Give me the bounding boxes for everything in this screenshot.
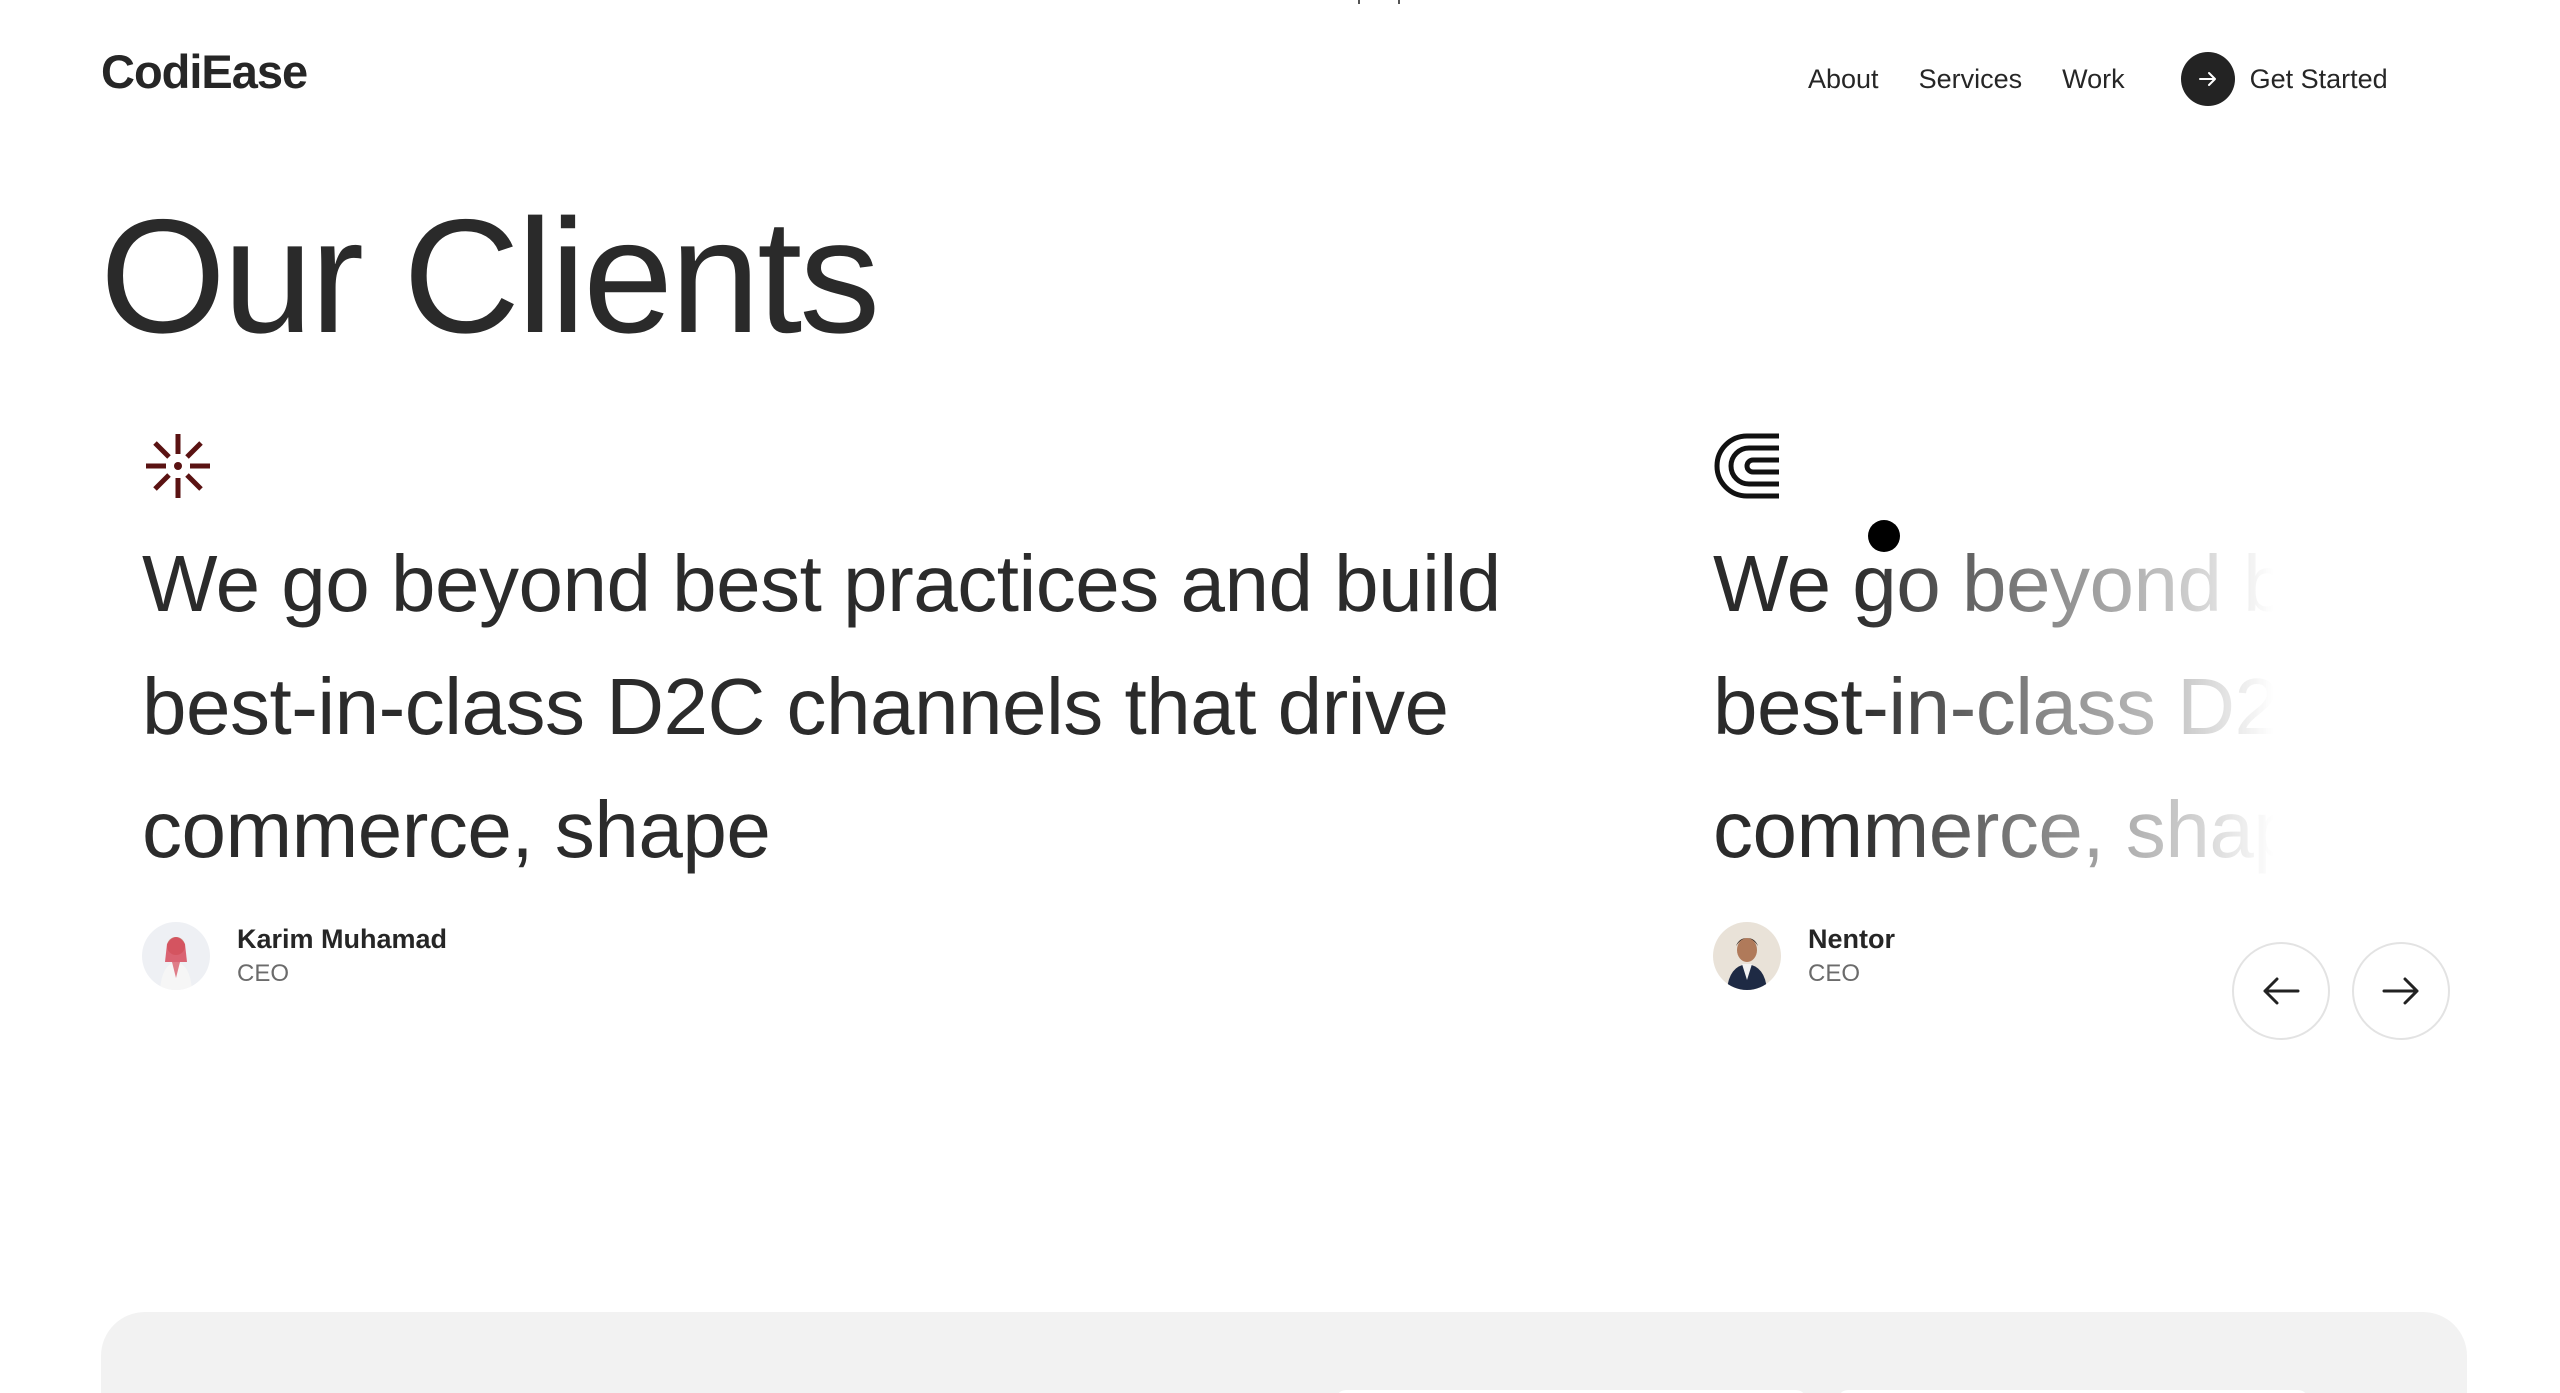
page-title: Our Clients (100, 186, 880, 367)
testimonial-author: Karim Muhamad CEO (142, 921, 1642, 991)
page: CodiEase About Services Work Get Started… (0, 0, 2560, 1393)
top-divider-marks (1358, 0, 1438, 4)
nav-about[interactable]: About (1808, 64, 1879, 95)
nav-services[interactable]: Services (1919, 64, 2023, 95)
author-name: Nentor (1808, 924, 1895, 954)
author-role: CEO (237, 960, 290, 987)
testimonial-card: We go beyond best practices and build be… (1713, 430, 2293, 991)
site-logo[interactable]: CodiEase (101, 44, 308, 99)
carousel-next-button[interactable] (2352, 942, 2450, 1040)
arrow-right-icon (2180, 52, 2235, 106)
testimonial-quote: We go beyond best practices and build be… (1713, 539, 2293, 874)
carousel-prev-button[interactable] (2232, 942, 2330, 1040)
testimonial-author: Nentor CEO (1713, 921, 2293, 991)
get-started-button[interactable]: Get Started (2180, 52, 2388, 106)
author-role: CEO (1808, 960, 1861, 987)
testimonial-quote: We go beyond best practices and build be… (142, 539, 1501, 874)
avatar (142, 922, 210, 990)
next-section-panel (101, 1312, 2467, 1393)
author-name: Karim Muhamad (237, 924, 448, 954)
nav-work[interactable]: Work (2062, 64, 2125, 95)
avatar (1713, 922, 1781, 990)
main-nav: About Services Work Get Started (1808, 52, 2388, 106)
arrow-right-icon (2382, 977, 2419, 1005)
arrow-left-icon (2263, 977, 2300, 1005)
stacked-c-logo (1714, 433, 1779, 499)
testimonial-card: We go beyond best practices and build be… (142, 430, 1642, 991)
sparkle-burst-logo (146, 434, 210, 498)
cursor-dot (1868, 520, 1900, 552)
get-started-label: Get Started (2249, 63, 2388, 94)
